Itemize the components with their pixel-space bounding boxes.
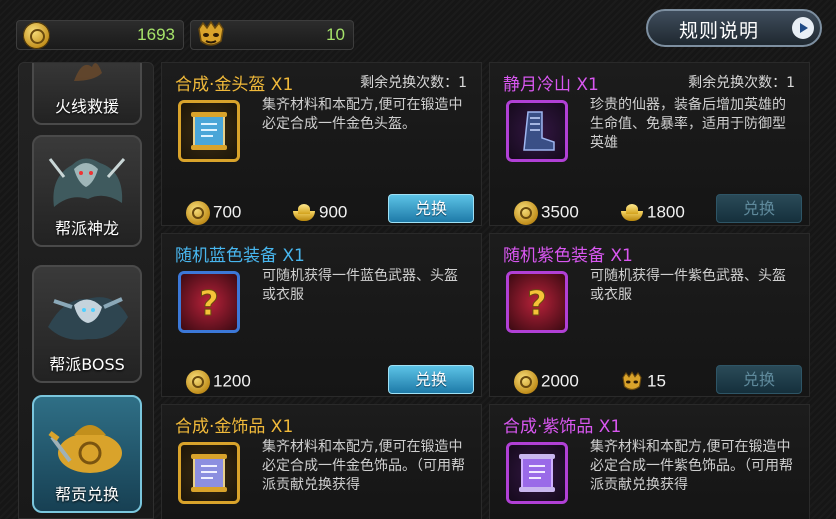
money-bag-icon [48, 425, 122, 473]
currency-value: 1693 [137, 25, 175, 44]
item-description: 珍贵的仙器，装备后增加英雄的生命值、免暴率，适用于防御型英雄 [590, 97, 786, 151]
remaining-count: 剩余兑换次数：1 [360, 75, 467, 91]
sidebar: 火线救援 帮派神龙 帮派BOSS 帮贡兑换 [18, 62, 154, 519]
mask-icon [622, 371, 642, 391]
item-title: 随机紫色装备 X1 [503, 246, 633, 266]
currency-value: 10 [326, 25, 345, 44]
item-slot[interactable] [178, 442, 240, 504]
item-title: 静月冷山 X1 [503, 75, 599, 95]
scroll-icon [191, 454, 227, 492]
rules-button[interactable]: 规则说明 [646, 9, 822, 47]
coin-icon [186, 370, 210, 394]
price-value: 3500 [541, 202, 579, 222]
price-value: 1800 [647, 202, 685, 222]
price-coin: 3500 [514, 201, 579, 225]
price-coin: 1200 [186, 370, 251, 394]
item-description: 集齐材料和本配方,便可在锻造中必定合成一件金色饰品。（可用帮派贡献兑换获得 [262, 439, 465, 493]
item-slot[interactable] [506, 100, 568, 162]
question-mark-icon: ? [527, 284, 548, 325]
coin-icon [514, 370, 538, 394]
sidebar-item-label: 火线救援 [54, 97, 119, 116]
price-ingot: 1800 [620, 201, 685, 225]
item-description: 可随机获得一件蓝色武器、头盔或衣服 [262, 268, 458, 303]
boot-icon [523, 111, 555, 151]
sidebar-item-label: 帮派BOSS [49, 355, 125, 374]
price-mask: 15 [620, 370, 666, 394]
exchange-card: 随机紫色装备 X1 ? 可随机获得一件紫色武器、头盔或衣服 2000 15 兑换 [489, 233, 810, 397]
coin-icon [23, 22, 50, 49]
svg-text:?: ? [199, 284, 219, 324]
price-coin: 700 [186, 201, 241, 225]
top-bar: 1693 10 规则说明 [0, 0, 836, 58]
exchange-card: 静月冷山 X1 剩余兑换次数：1 珍贵的仙器，装备后增加英雄的生命值、免暴率，适… [489, 62, 810, 226]
item-description: 可随机获得一件紫色武器、头盔或衣服 [590, 268, 786, 303]
item-slot[interactable] [178, 100, 240, 162]
sidebar-item-dragon[interactable]: 帮派神龙 [32, 135, 142, 247]
gold-ingot-icon [292, 201, 316, 225]
exchange-button[interactable]: 兑换 [716, 365, 802, 394]
sidebar-item-exchange[interactable]: 帮贡兑换 [32, 395, 142, 513]
boss-icon [48, 297, 128, 340]
price-ingot: 900 [292, 201, 347, 225]
price-value: 900 [319, 202, 348, 222]
gold-ingot-icon [620, 201, 644, 225]
mask-icon [198, 20, 224, 46]
coin-icon [514, 201, 538, 225]
remaining-count: 剩余兑换次数：1 [688, 75, 795, 91]
scroll-icon [519, 454, 555, 492]
exchange-card: 随机蓝色装备 X1 ? 可随机获得一件蓝色武器、头盔或衣服 1200 兑换 [161, 233, 482, 397]
sidebar-item-label: 帮派神龙 [54, 219, 119, 238]
question-mark-icon: ? [199, 284, 220, 325]
flame-icon [74, 63, 102, 81]
item-slot[interactable] [506, 442, 568, 504]
dragon-icon [48, 158, 126, 207]
exchange-card: 合成·金头盔 X1 剩余兑换次数：1 集齐材料和本配方,便可在锻造中必定合成一件… [161, 62, 482, 226]
item-title: 合成·金头盔 X1 [175, 75, 294, 95]
exchange-card: 合成·紫饰品 X1 集齐材料和本配方,便可在锻造中必定合成一件紫色饰品。（可用帮… [489, 404, 810, 519]
exchange-button[interactable]: 兑换 [388, 194, 474, 223]
currency-contribution: 1693 [16, 20, 184, 50]
play-arrow-icon [792, 17, 814, 39]
rules-button-label: 规则说明 [679, 20, 760, 42]
exchange-button[interactable]: 兑换 [716, 194, 802, 223]
exchange-button[interactable]: 兑换 [388, 365, 474, 394]
svg-text:?: ? [527, 284, 547, 324]
item-description: 集齐材料和本配方,便可在锻造中必定合成一件金色头盔。 [262, 97, 463, 132]
currency-mask: 10 [190, 20, 354, 50]
scroll-icon [191, 112, 227, 150]
price-value: 700 [213, 202, 242, 222]
coin-icon [186, 201, 210, 225]
price-value: 2000 [541, 371, 579, 391]
item-title: 合成·紫饰品 X1 [503, 417, 622, 437]
sidebar-item-label: 帮贡兑换 [54, 485, 119, 504]
price-value: 15 [647, 371, 666, 391]
item-slot[interactable]: ? [178, 271, 240, 333]
item-title: 合成·金饰品 X1 [175, 417, 294, 437]
sidebar-item-boss[interactable]: 帮派BOSS [32, 265, 142, 383]
item-description: 集齐材料和本配方,便可在锻造中必定合成一件紫色饰品。（可用帮派贡献兑换获得 [590, 439, 793, 493]
price-coin: 2000 [514, 370, 579, 394]
item-slot[interactable]: ? [506, 271, 568, 333]
exchange-card: 合成·金饰品 X1 集齐材料和本配方,便可在锻造中必定合成一件金色饰品。（可用帮… [161, 404, 482, 519]
sidebar-item-rescue[interactable]: 火线救援 [32, 63, 142, 125]
price-value: 1200 [213, 371, 251, 391]
item-title: 随机蓝色装备 X1 [175, 246, 305, 266]
